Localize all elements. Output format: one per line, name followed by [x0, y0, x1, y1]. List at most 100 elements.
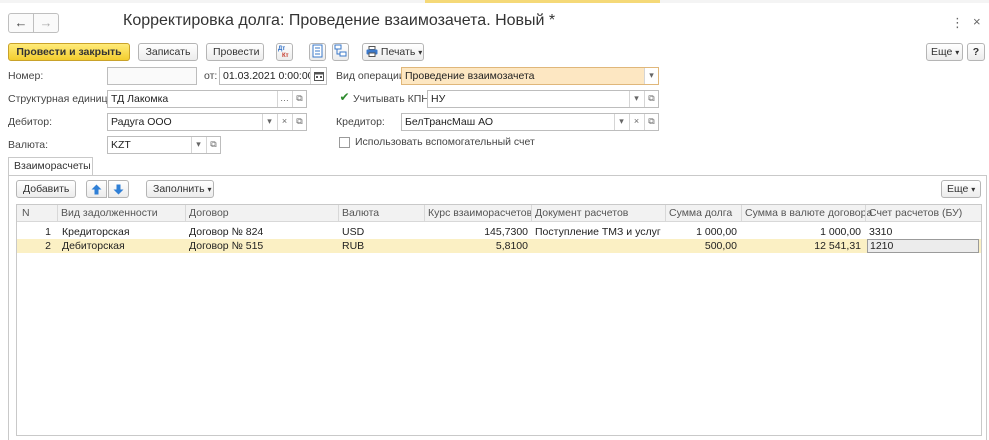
- calendar-icon: [313, 72, 324, 81]
- column-header[interactable]: Документ расчетов: [531, 205, 665, 222]
- hierarchy-icon: [334, 44, 347, 57]
- row-number: 1: [45, 226, 51, 238]
- dt-kt-icon: ДтКт: [278, 46, 289, 59]
- arrow-up-icon: [91, 184, 102, 195]
- window-header: ← → Корректировка долга: Проведение взаи…: [0, 3, 989, 39]
- print-label: Печать: [380, 46, 416, 58]
- creditor-field[interactable]: БелТрансМаш АО ▾ × ⧉: [401, 113, 659, 131]
- more-button[interactable]: Еще ▾: [926, 43, 963, 61]
- rate-cell: 145,7300: [484, 226, 528, 238]
- back-button[interactable]: ←: [8, 13, 34, 33]
- svg-text:Дт: Дт: [278, 46, 285, 52]
- debt-type-cell: Дебиторская: [62, 240, 125, 252]
- unit-field[interactable]: ТД Лакомка … ⧉: [107, 90, 307, 108]
- currency-field[interactable]: KZT ▾ ⧉: [107, 136, 221, 154]
- add-row-button[interactable]: Добавить: [16, 180, 76, 198]
- creditor-label: Кредитор:: [336, 116, 385, 128]
- chevron-down-icon[interactable]: ▾: [191, 137, 205, 153]
- post-and-close-button[interactable]: Провести и закрыть: [8, 43, 130, 61]
- currency-cell: RUB: [342, 240, 365, 252]
- kpn-checkbox[interactable]: ✔: [339, 91, 350, 104]
- document-list-button[interactable]: [309, 43, 326, 61]
- dt-kt-report-button[interactable]: Дт Кт: [276, 43, 293, 61]
- column-header[interactable]: Курс взаиморасчетов: [424, 205, 532, 222]
- column-header[interactable]: N: [19, 205, 53, 222]
- currency-label: Валюта:: [8, 139, 49, 151]
- currency-cell: USD: [342, 226, 365, 238]
- chevron-down-icon[interactable]: ▾: [614, 114, 628, 130]
- open-link-icon[interactable]: ⧉: [292, 114, 306, 130]
- list-doc-icon: [312, 44, 323, 58]
- column-header[interactable]: Счет расчетов (БУ): [865, 205, 981, 222]
- clear-icon[interactable]: ×: [629, 114, 643, 130]
- chevron-down-icon[interactable]: ▾: [262, 114, 276, 130]
- amount-cell: 500,00: [704, 240, 737, 252]
- tab-mutual-settlements[interactable]: Взаиморасчеты: [8, 157, 93, 176]
- open-link-icon[interactable]: ⧉: [292, 91, 306, 107]
- printer-icon: [366, 46, 378, 57]
- open-link-icon[interactable]: ⧉: [206, 137, 220, 153]
- column-header[interactable]: Вид задолженности: [57, 205, 185, 222]
- operation-value: Проведение взаимозачета: [405, 70, 535, 82]
- help-button[interactable]: ?: [967, 43, 985, 61]
- more-options-icon[interactable]: ⋮: [951, 15, 964, 31]
- debtor-field[interactable]: Радуга ООО ▾ × ⧉: [107, 113, 307, 131]
- save-button[interactable]: Записать: [138, 43, 198, 61]
- clear-icon[interactable]: ×: [277, 114, 291, 130]
- debt-type-cell: Кредиторская: [62, 226, 130, 238]
- unit-label: Структурная единица:: [8, 93, 117, 105]
- print-button[interactable]: Печать ▾: [362, 43, 424, 61]
- debtor-value: Радуга ООО: [111, 116, 172, 128]
- svg-text:Кт: Кт: [282, 53, 289, 58]
- arrow-left-icon: ←: [14, 15, 28, 30]
- kpn-select[interactable]: НУ ▾ ⧉: [427, 90, 659, 108]
- contract-cell: Договор № 515: [189, 240, 264, 252]
- open-link-icon[interactable]: ⧉: [644, 114, 658, 130]
- date-from-label: от:: [204, 70, 218, 82]
- chevron-down-icon[interactable]: ▾: [644, 68, 658, 84]
- fill-button[interactable]: Заполнить ▾: [146, 180, 214, 198]
- table-row[interactable]: 1 Кредиторская Договор № 824 USD 145,730…: [17, 225, 981, 239]
- page-title: Корректировка долга: Проведение взаимоза…: [123, 12, 556, 29]
- row-number: 2: [45, 240, 51, 252]
- kpn-label: Учитывать КПН: [353, 93, 429, 105]
- amount-contract-cell: 12 541,31: [814, 240, 861, 252]
- column-header[interactable]: Валюта: [338, 205, 424, 222]
- number-label: Номер:: [8, 70, 44, 82]
- table-row-selected[interactable]: 2 Дебиторская Договор № 515 RUB 5,8100 5…: [17, 239, 981, 253]
- account-cell-editing[interactable]: 1210: [867, 239, 979, 253]
- table-more-label: Еще: [947, 183, 969, 195]
- aux-account-label: Использовать вспомогательный счет: [355, 136, 535, 148]
- post-button[interactable]: Провести: [206, 43, 264, 61]
- forward-button[interactable]: →: [33, 13, 59, 33]
- document-cell: Поступление ТМЗ и услуг Б...: [535, 226, 663, 238]
- amount-contract-cell: 1 000,00: [820, 226, 861, 238]
- operation-label: Вид операции:: [336, 70, 408, 82]
- settlements-table: N Вид задолженности Договор Валюта Курс …: [16, 204, 982, 436]
- account-cell: 3310: [869, 226, 893, 238]
- rate-cell: 5,8100: [495, 240, 528, 252]
- column-header[interactable]: Сумма долга: [665, 205, 741, 222]
- table-more-button[interactable]: Еще ▾: [941, 180, 981, 198]
- number-field[interactable]: [107, 67, 197, 85]
- chevron-down-icon: ▾: [207, 185, 212, 194]
- open-link-icon[interactable]: ⧉: [644, 91, 658, 107]
- move-down-button[interactable]: [108, 180, 129, 198]
- close-icon[interactable]: ×: [973, 14, 981, 29]
- date-field[interactable]: 01.03.2021 0:00:00: [219, 67, 327, 85]
- chevron-down-icon[interactable]: ▾: [629, 91, 643, 107]
- creditor-value: БелТрансМаш АО: [405, 116, 494, 128]
- structure-button[interactable]: [332, 43, 349, 61]
- arrow-down-icon: [113, 184, 124, 195]
- select-ellipsis-icon[interactable]: …: [277, 91, 291, 107]
- kpn-value: НУ: [431, 93, 446, 105]
- calendar-button[interactable]: [310, 68, 326, 84]
- move-up-button[interactable]: [86, 180, 107, 198]
- fill-label: Заполнить: [153, 183, 205, 195]
- operation-select[interactable]: Проведение взаимозачета ▾: [401, 67, 659, 85]
- column-header[interactable]: Сумма в валюте договора: [741, 205, 872, 222]
- chevron-down-icon: ▾: [971, 185, 976, 194]
- column-header[interactable]: Договор: [185, 205, 338, 222]
- more-label: Еще: [931, 46, 953, 58]
- aux-account-checkbox[interactable]: [339, 137, 350, 148]
